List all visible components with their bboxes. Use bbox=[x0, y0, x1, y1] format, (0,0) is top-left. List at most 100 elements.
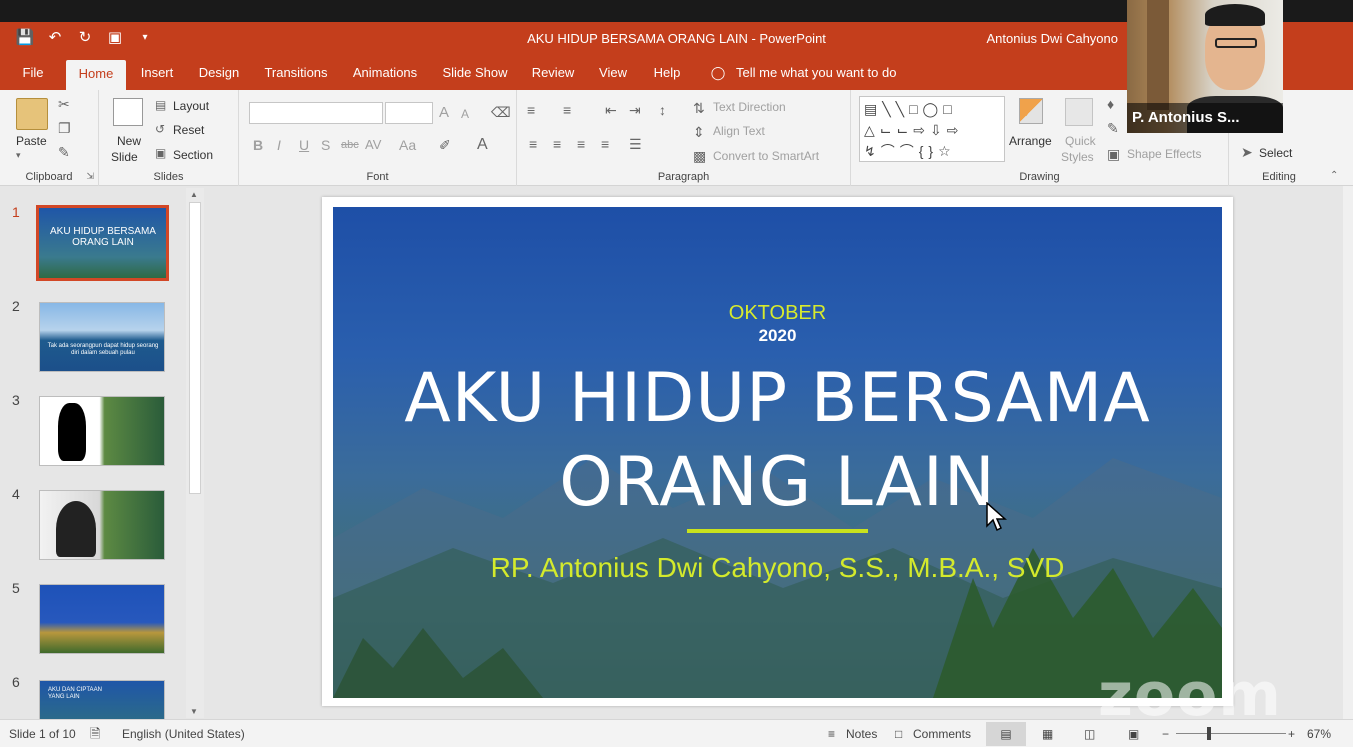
tab-slide-show[interactable]: Slide Show bbox=[436, 58, 514, 90]
underline-button[interactable]: U bbox=[299, 137, 309, 153]
highlight-icon[interactable]: ✐ bbox=[439, 137, 451, 154]
tab-help[interactable]: Help bbox=[646, 58, 688, 90]
save-icon[interactable]: 💾 bbox=[14, 28, 36, 48]
align-text-button[interactable]: Align Text bbox=[713, 124, 765, 138]
justify-icon[interactable]: ≡ bbox=[601, 136, 609, 152]
tab-animations[interactable]: Animations bbox=[346, 58, 424, 90]
layout-button[interactable]: Layout bbox=[173, 99, 209, 113]
shape-fill-icon[interactable]: ♦ bbox=[1107, 96, 1114, 112]
section-button[interactable]: Section bbox=[173, 148, 213, 162]
thumbnail-slide-3[interactable] bbox=[39, 396, 165, 466]
copy-icon[interactable]: ❐ bbox=[58, 120, 71, 137]
zoom-in-icon[interactable]: + bbox=[1288, 727, 1295, 741]
paste-icon[interactable] bbox=[16, 98, 48, 130]
slide-sorter-icon[interactable]: ▦ bbox=[1042, 727, 1053, 741]
tab-file[interactable]: File bbox=[14, 58, 52, 90]
redo-icon[interactable]: ↻ bbox=[74, 28, 96, 48]
font-size-select[interactable] bbox=[385, 102, 433, 124]
current-slide[interactable]: OKTOBER 2020 AKU HIDUP BERSAMA ORANG LAI… bbox=[333, 207, 1222, 698]
slideshow-view-icon[interactable]: ▣ bbox=[1128, 727, 1139, 741]
zoom-out-icon[interactable]: − bbox=[1162, 727, 1169, 741]
tab-design[interactable]: Design bbox=[192, 58, 246, 90]
line-spacing-icon[interactable]: ↕ bbox=[659, 102, 666, 118]
convert-smartart-button[interactable]: Convert to SmartArt bbox=[713, 149, 819, 163]
thumbnail-slide-1[interactable]: AKU HIDUP BERSAMA ORANG LAIN bbox=[36, 205, 169, 281]
tab-insert[interactable]: Insert bbox=[134, 58, 180, 90]
increase-indent-icon[interactable]: ⇥ bbox=[629, 102, 641, 119]
format-painter-icon[interactable]: ✎ bbox=[58, 144, 70, 161]
new-slide-icon[interactable] bbox=[113, 98, 143, 126]
canvas-scrollbar[interactable] bbox=[1343, 186, 1353, 719]
change-case-button[interactable]: Aa bbox=[399, 137, 416, 153]
group-slides: New Slide ▤ Layout ↺ Reset ▣ Section Sli… bbox=[99, 90, 239, 186]
present-icon[interactable]: ▣ bbox=[104, 28, 126, 48]
select-button[interactable]: Select bbox=[1259, 146, 1292, 160]
spellcheck-icon[interactable]: 🗎 bbox=[90, 725, 100, 747]
font-name-select[interactable] bbox=[249, 102, 383, 124]
zoom-level[interactable]: 67% bbox=[1307, 727, 1331, 741]
bold-button[interactable]: B bbox=[253, 137, 263, 153]
font-label: Font bbox=[366, 171, 389, 183]
new-slide-label-1[interactable]: New bbox=[117, 134, 141, 148]
cut-icon[interactable]: ✂ bbox=[58, 96, 70, 113]
normal-view-icon[interactable]: ▤ bbox=[986, 722, 1026, 746]
strikethrough-button[interactable]: abc bbox=[341, 139, 359, 151]
slide-count: Slide 1 of 10 bbox=[9, 727, 76, 741]
shrink-font-button[interactable]: A bbox=[461, 107, 469, 121]
thumbnails-scrollbar[interactable]: ▲ ▼ bbox=[186, 188, 204, 718]
shape-outline-icon[interactable]: ✎ bbox=[1107, 120, 1119, 137]
arrange-button[interactable]: Arrange bbox=[1009, 134, 1052, 148]
paste-button[interactable]: Paste bbox=[16, 134, 47, 148]
reset-button[interactable]: Reset bbox=[173, 123, 204, 137]
bullets-icon[interactable]: ≡ bbox=[527, 102, 535, 118]
title-underline bbox=[687, 529, 868, 533]
status-bar: Slide 1 of 10 🗎 English (United States) … bbox=[0, 719, 1353, 747]
thumbnail-slide-5[interactable] bbox=[39, 584, 165, 654]
comments-button[interactable]: Comments bbox=[913, 727, 971, 741]
reading-view-icon[interactable]: ◫ bbox=[1084, 727, 1095, 741]
shapes-gallery[interactable]: ▤╲╲□◯□ △⌙⌙⇨⇩⇨ ↯⌒⌒{}☆ bbox=[859, 96, 1005, 162]
align-left-icon[interactable]: ≡ bbox=[529, 136, 537, 152]
char-spacing-button[interactable]: AV bbox=[365, 137, 381, 152]
customize-icon[interactable]: ▾ bbox=[134, 28, 156, 48]
decrease-indent-icon[interactable]: ⇤ bbox=[605, 102, 617, 119]
scroll-up-icon[interactable]: ▲ bbox=[190, 190, 198, 199]
paste-dropdown-icon[interactable]: ▾ bbox=[16, 150, 21, 161]
thumbnail-slide-4[interactable] bbox=[39, 490, 165, 560]
notes-button[interactable]: Notes bbox=[846, 727, 877, 741]
quick-styles-label-2[interactable]: Styles bbox=[1061, 150, 1094, 164]
tab-view[interactable]: View bbox=[592, 58, 634, 90]
new-slide-label-2[interactable]: Slide bbox=[111, 150, 138, 164]
comments-icon: □ bbox=[895, 727, 903, 741]
tab-review[interactable]: Review bbox=[526, 58, 580, 90]
participant-video[interactable]: P. Antonius S... bbox=[1127, 0, 1283, 133]
clear-format-icon[interactable]: ⌫ bbox=[491, 104, 511, 121]
align-right-icon[interactable]: ≡ bbox=[577, 136, 585, 152]
shadow-button[interactable]: S bbox=[321, 137, 330, 153]
thumbnail-slide-2[interactable]: Tak ada seorangpun dapat hidup seorang d… bbox=[39, 302, 165, 372]
zoom-slider-thumb[interactable] bbox=[1207, 727, 1211, 740]
font-color-icon[interactable]: A bbox=[477, 136, 488, 154]
tab-home[interactable]: Home bbox=[66, 60, 126, 90]
grow-font-button[interactable]: A bbox=[439, 104, 449, 121]
quick-styles-icon[interactable] bbox=[1065, 98, 1093, 126]
columns-icon[interactable]: ☰ bbox=[629, 136, 642, 153]
tell-me-box[interactable]: Tell me what you want to do bbox=[736, 58, 906, 90]
language-status[interactable]: English (United States) bbox=[122, 727, 245, 741]
scroll-down-icon[interactable]: ▼ bbox=[190, 707, 198, 716]
scroll-thumb[interactable] bbox=[189, 202, 201, 494]
text-direction-button[interactable]: Text Direction bbox=[713, 100, 786, 114]
clipboard-launcher-icon[interactable]: ⇲ bbox=[86, 171, 94, 182]
numbering-icon[interactable]: ≡ bbox=[563, 102, 571, 118]
zoom-slider[interactable] bbox=[1176, 733, 1286, 734]
arrange-icon[interactable] bbox=[1019, 98, 1043, 124]
italic-button[interactable]: I bbox=[277, 137, 281, 153]
undo-icon[interactable]: ↶ bbox=[44, 28, 66, 48]
shape-effects-button[interactable]: Shape Effects bbox=[1127, 147, 1202, 161]
align-center-icon[interactable]: ≡ bbox=[553, 136, 561, 152]
tab-transitions[interactable]: Transitions bbox=[258, 58, 334, 90]
thumbnail-slide-6[interactable]: AKU DAN CIPTAAN YANG LAIN bbox=[39, 680, 165, 720]
user-name[interactable]: Antonius Dwi Cahyono bbox=[986, 31, 1118, 46]
collapse-ribbon-icon[interactable]: ⌃ bbox=[1330, 170, 1338, 181]
quick-styles-label-1[interactable]: Quick bbox=[1065, 134, 1096, 148]
